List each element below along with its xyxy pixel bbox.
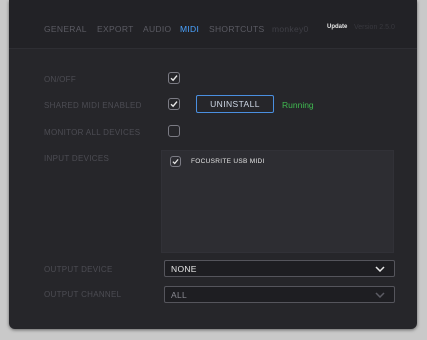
output-device-label: OUTPUT DEVICE: [44, 265, 113, 274]
output-device-value: NONE: [171, 264, 197, 274]
check-icon: [172, 159, 179, 165]
output-channel-label: OUTPUT CHANNEL: [44, 290, 122, 299]
update-button[interactable]: Update: [327, 24, 347, 30]
chevron-down-icon: [375, 266, 385, 272]
tab-midi[interactable]: MIDI: [180, 24, 199, 34]
version-label: Version 2.5.0: [354, 24, 395, 31]
output-device-select[interactable]: NONE: [164, 260, 395, 277]
tab-shortcuts[interactable]: SHORTCUTS: [209, 24, 264, 34]
output-channel-select[interactable]: ALL: [164, 286, 395, 303]
tab-export[interactable]: EXPORT: [97, 24, 134, 34]
tab-user-monkey0[interactable]: monkey0: [272, 24, 309, 34]
input-devices-label: INPUT DEVICES: [44, 154, 110, 163]
shared-midi-checkbox[interactable]: [168, 98, 180, 110]
chevron-down-icon: [375, 292, 385, 298]
device-checkbox-focusrite[interactable]: [170, 156, 181, 167]
onoff-checkbox[interactable]: [168, 72, 180, 84]
input-devices-list: FOCUSRITE USB MIDI: [161, 150, 394, 253]
settings-tab-bar: GENERAL EXPORT AUDIO MIDI SHORTCUTS monk…: [9, 0, 417, 49]
tab-audio[interactable]: AUDIO: [143, 24, 171, 34]
check-icon: [170, 75, 178, 82]
onoff-label: ON/OFF: [44, 75, 77, 84]
uninstall-button[interactable]: UNINSTALL: [196, 95, 274, 113]
check-icon: [170, 101, 178, 108]
settings-window: GENERAL EXPORT AUDIO MIDI SHORTCUTS monk…: [9, 0, 417, 329]
shared-midi-label: SHARED MIDI ENABLED: [44, 101, 142, 110]
midi-status-text: Running: [282, 100, 314, 110]
monitor-all-checkbox[interactable]: [168, 125, 180, 137]
device-name-focusrite: FOCUSRITE USB MIDI: [191, 158, 265, 165]
output-channel-value: ALL: [171, 290, 188, 300]
tab-general[interactable]: GENERAL: [44, 24, 87, 34]
monitor-all-label: MONITOR ALL DEVICES: [44, 128, 141, 137]
